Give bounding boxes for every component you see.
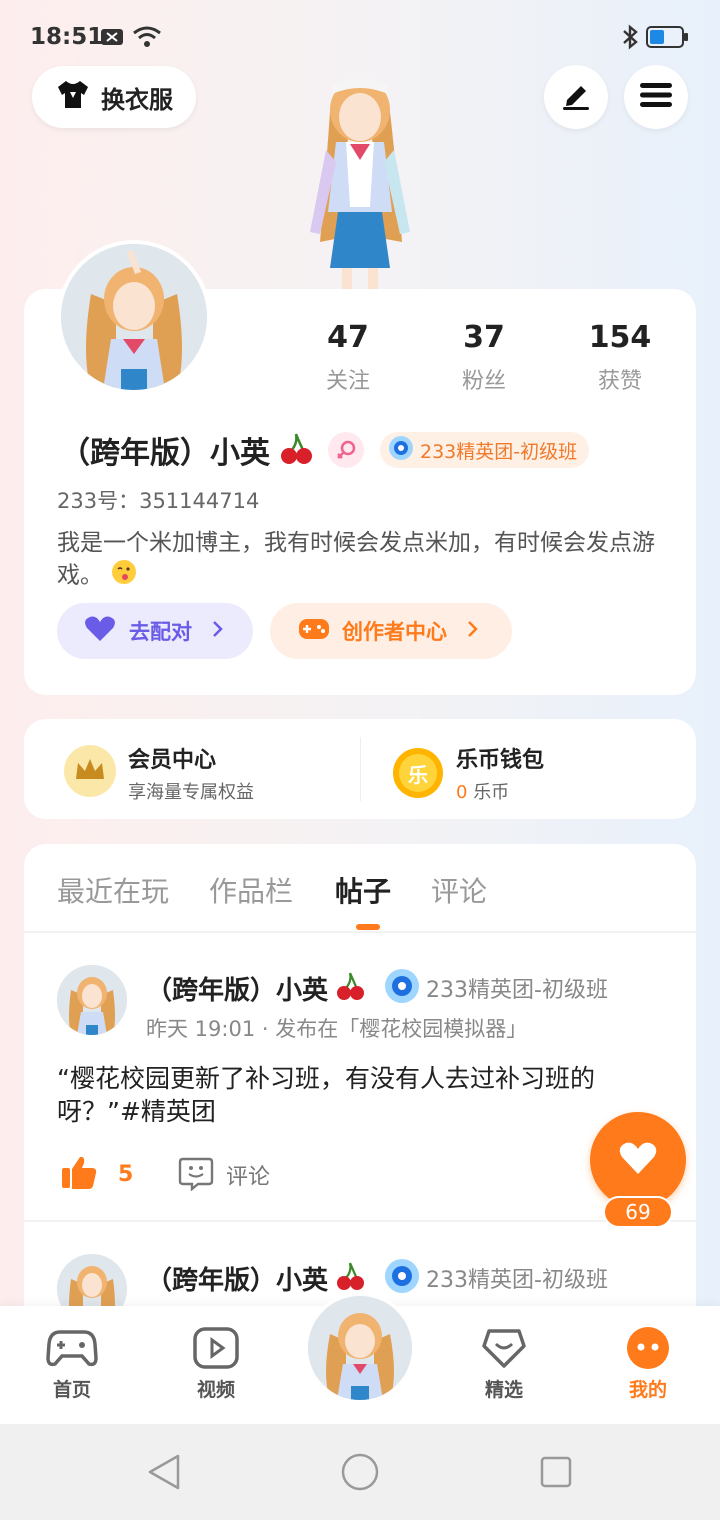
home-icon[interactable] [341, 1453, 379, 1495]
elite-badge-label: 233精英团-初级班 [420, 440, 578, 463]
post-comment-button[interactable]: 评论 [178, 1155, 270, 1195]
tab-posts[interactable]: 帖子 [335, 870, 391, 910]
bluetooth-icon [620, 24, 640, 56]
gamepad-icon [22, 1326, 122, 1375]
play-icon [166, 1326, 266, 1375]
nav-featured[interactable]: 精选 [454, 1326, 554, 1402]
stat-following-value: 47 [327, 320, 369, 355]
cherry-icon [278, 430, 314, 470]
profile-bio: 我是一个米加博主，我有时候会发点米加，有时候会发点游戏。 [57, 528, 667, 594]
post-meta[interactable]: 昨天 19:01 · 发布在「樱花校园模拟器」 [146, 1013, 527, 1043]
change-outfit-label: 换衣服 [101, 85, 173, 114]
stat-followers-value: 37 [463, 320, 505, 355]
stat-followers-label: 粉丝 [461, 369, 506, 394]
post-like-button[interactable]: 5 [60, 1154, 133, 1194]
vip-center[interactable]: 会员中心 享海量专属权益 [64, 742, 254, 804]
profile-id: 233号：351144714 [57, 489, 260, 513]
wallet[interactable]: 乐 乐币钱包 0 乐币 [392, 742, 544, 804]
elite-medal-icon [388, 435, 414, 466]
status-time: 18:51 [30, 24, 104, 50]
menu-button[interactable] [624, 65, 688, 129]
chevron-right-icon [467, 619, 479, 643]
change-outfit-button[interactable]: 换衣服 [32, 66, 196, 128]
crown-icon [64, 745, 116, 801]
post-text[interactable]: “樱花校园更新了补习班，有没有人去过补习班的呀？”#精英团 [57, 1062, 667, 1128]
elite-badge[interactable]: 233精英团-初级班 [380, 432, 590, 468]
battery-icon [646, 25, 690, 55]
profile-name: （跨年版）小英 [60, 436, 270, 471]
nav-center-avatar[interactable] [304, 1292, 416, 1404]
match-button[interactable]: 去配对 [57, 603, 253, 659]
tab-works[interactable]: 作品栏 [209, 870, 293, 910]
post-author-name[interactable]: （跨年版）小英 [146, 1260, 328, 1297]
stat-following-label: 关注 [325, 369, 370, 394]
wallet-unit: 乐币 [473, 782, 510, 803]
tab-bar: 最近在玩 作品栏 帖子 评论 [57, 870, 487, 910]
heart-icon [83, 615, 117, 648]
vip-subtitle: 享海量专属权益 [128, 782, 254, 803]
cherry-icon [334, 970, 366, 1006]
tshirt-icon [55, 78, 91, 116]
stat-following[interactable]: 47 关注 [288, 320, 408, 395]
floating-like-button[interactable] [590, 1112, 686, 1208]
heart-icon [618, 1140, 658, 1180]
post-author-avatar[interactable] [57, 965, 127, 1035]
tab-recent-play[interactable]: 最近在玩 [57, 870, 169, 910]
floating-like-count: 69 [603, 1196, 673, 1228]
hamburger-icon [640, 81, 672, 113]
back-icon[interactable] [146, 1452, 182, 1496]
notification-icon [100, 27, 124, 53]
recents-icon[interactable] [540, 1456, 572, 1492]
elite-medal-icon [384, 968, 420, 1008]
post-author-badge: 233精英团-初级班 [426, 1268, 608, 1293]
stat-likes-value: 154 [588, 320, 652, 355]
heart-shield-icon [454, 1326, 554, 1375]
chevron-right-icon [212, 619, 224, 643]
comment-smile-icon [178, 1155, 214, 1195]
profile-avatar[interactable] [57, 240, 211, 394]
edit-button[interactable] [544, 65, 608, 129]
post-author-badge: 233精英团-初级班 [426, 978, 608, 1003]
face-icon [598, 1326, 698, 1375]
match-button-label: 去配对 [129, 620, 192, 644]
wink-emoji-icon [110, 558, 138, 594]
female-gender-icon [328, 432, 364, 468]
wifi-icon [132, 25, 162, 55]
post-author-name[interactable]: （跨年版）小英 [146, 970, 328, 1007]
nav-home[interactable]: 首页 [22, 1326, 122, 1402]
profile-bio-text: 我是一个米加博主，我有时候会发点米加，有时候会发点游戏。 [57, 530, 655, 589]
divider [24, 1220, 696, 1222]
wallet-title: 乐币钱包 [456, 748, 545, 773]
creator-center-label: 创作者中心 [342, 620, 447, 644]
stat-followers[interactable]: 37 粉丝 [424, 320, 544, 395]
thumbs-up-icon [60, 1154, 98, 1194]
nav-video-label: 视频 [196, 1379, 235, 1401]
system-nav-bar [0, 1424, 720, 1520]
post-comment-label: 评论 [226, 1165, 271, 1190]
coin-icon: 乐 [392, 747, 444, 799]
post-like-count: 5 [118, 1161, 134, 1187]
stat-likes-label: 获赞 [597, 369, 642, 394]
nav-mine[interactable]: 我的 [598, 1326, 698, 1402]
status-bar: 18:51 [0, 0, 720, 72]
wallet-amount: 0 [456, 782, 468, 803]
character-figure[interactable] [290, 72, 430, 292]
elite-medal-icon [384, 1258, 420, 1298]
coin-glyph: 乐 [408, 763, 428, 787]
vip-title: 会员中心 [128, 748, 217, 773]
creator-center-button[interactable]: 创作者中心 [270, 603, 512, 659]
divider [24, 931, 696, 933]
nav-home-label: 首页 [52, 1379, 91, 1401]
pen-icon [559, 78, 593, 116]
stat-likes[interactable]: 154 获赞 [560, 320, 680, 395]
gamepad-icon [298, 616, 330, 647]
tab-indicator [356, 924, 380, 930]
nav-video[interactable]: 视频 [166, 1326, 266, 1402]
cherry-icon [334, 1260, 366, 1296]
nav-mine-label: 我的 [628, 1379, 667, 1401]
divider [360, 737, 361, 801]
tab-comments[interactable]: 评论 [431, 870, 487, 910]
nav-featured-label: 精选 [484, 1379, 523, 1401]
